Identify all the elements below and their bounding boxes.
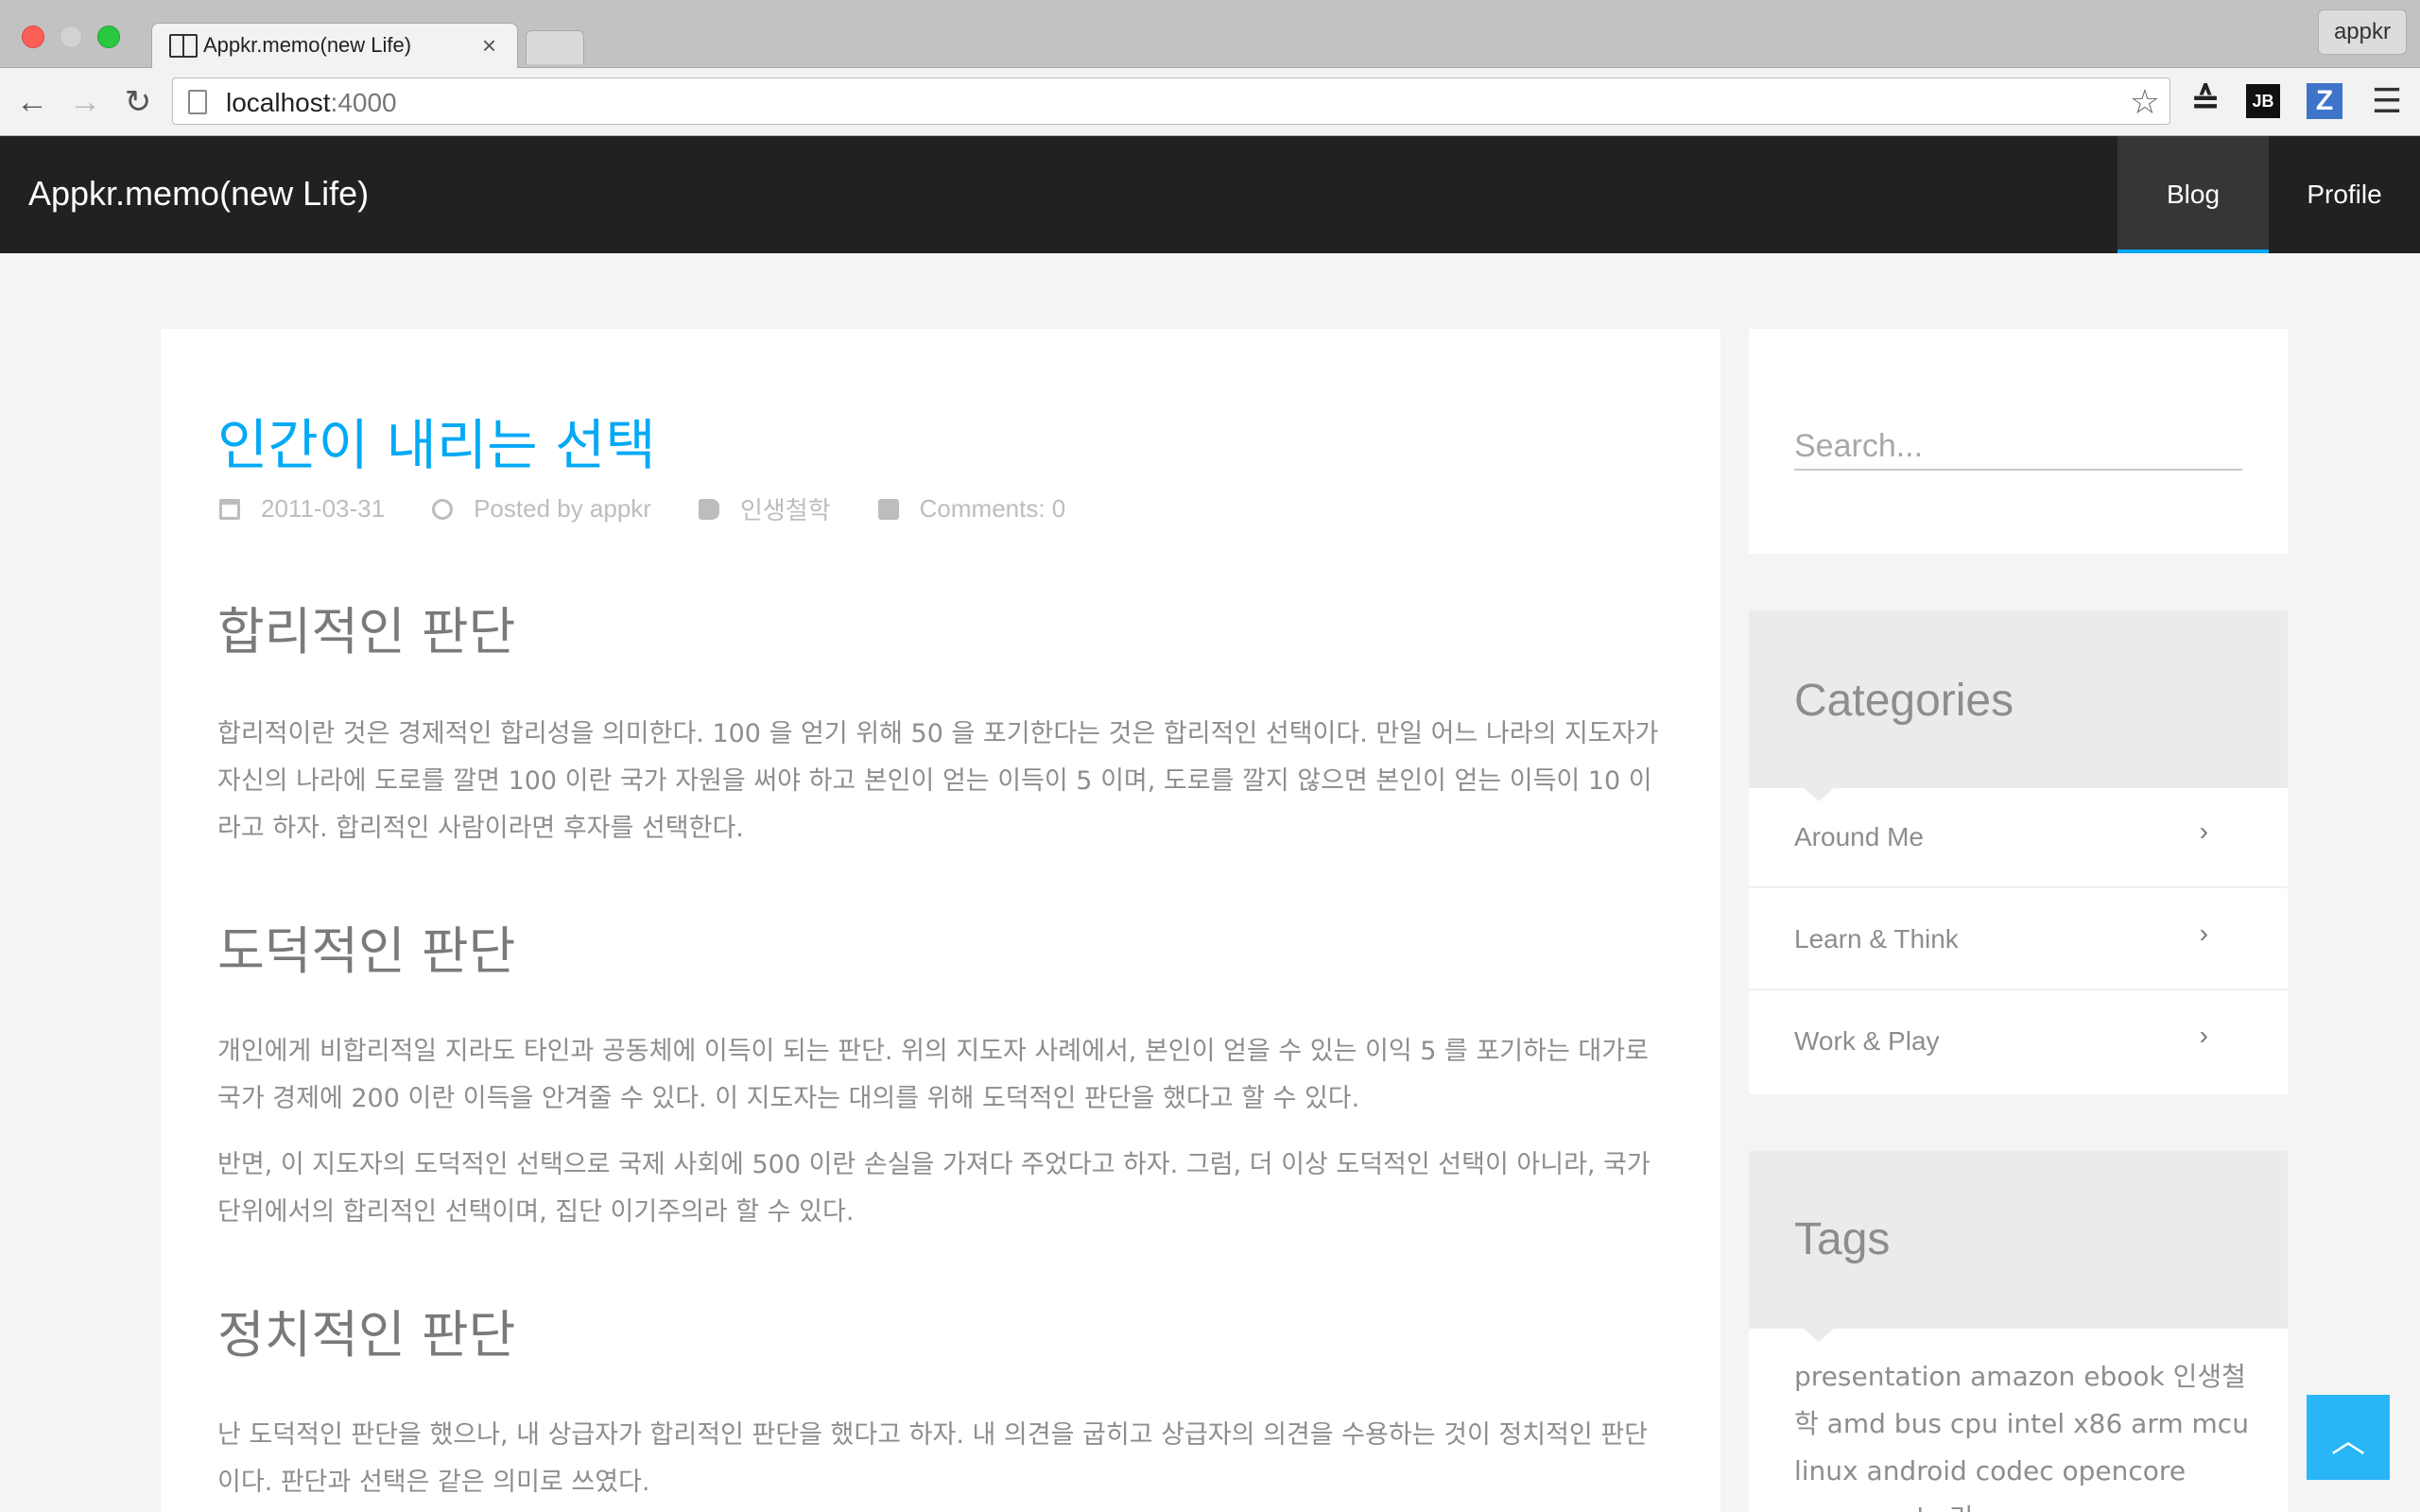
extension-z-icon[interactable]: Z [2307,83,2342,119]
section-heading: 정치적인 판단 [217,1305,516,1365]
browser-tab[interactable]: Appkr.memo(new Life) × [151,23,518,69]
tag-link[interactable]: cpu [1950,1408,1998,1439]
categories-widget: Categories Around Me › Learn & Think › W… [1749,610,2288,1094]
post-date: 2011-03-31 [261,494,386,523]
window-close-button[interactable] [22,26,44,48]
tags-title: Tags [1794,1214,1891,1264]
search-widget [1749,329,2288,554]
tag-link[interactable]: codec [1976,1455,2054,1486]
post-category[interactable]: 인생철학 [740,491,831,526]
categories-title: Categories [1794,676,2014,726]
bookmark-star-icon[interactable]: ☆ [2130,82,2160,122]
chevron-right-icon: › [2199,1021,2208,1050]
page-icon [188,90,207,114]
post-meta: 2011-03-31 Posted by appkr 인생철학 Comments… [219,491,1113,526]
category-item[interactable]: Around Me › [1749,788,2288,888]
tags-header: Tags [1749,1151,2288,1342]
chevron-right-icon: › [2199,816,2208,846]
section-heading: 합리적인 판단 [217,602,516,662]
post-card: 인간이 내리는 선택 2011-03-31 Posted by appkr 인생… [161,329,1720,1512]
category-label: Work & Play [1794,1026,1940,1056]
tab-title: Appkr.memo(new Life) [203,33,412,57]
extension-jb-icon[interactable]: JB [2246,84,2280,118]
category-label: Learn & Think [1794,924,1959,954]
tag-link[interactable]: linux [1794,1455,1858,1486]
section-paragraph: 합리적이란 것은 경제적인 합리성을 의미한다. 100 을 얻기 위해 50 … [217,719,1659,843]
post-comments[interactable]: Comments: 0 [920,494,1066,524]
tag-link[interactable]: android [1867,1455,1967,1486]
reload-icon[interactable]: ↻ [119,83,157,121]
section-paragraph: 개인에게 비합리적일 지라도 타인과 공동체에 이득이 되는 판단. 위의 지도… [217,1037,1649,1113]
chevron-right-icon: › [2199,919,2208,948]
tag-link[interactable]: arm [2131,1408,2183,1439]
close-icon[interactable]: × [482,31,496,60]
tag-link[interactable]: mcu [2192,1408,2249,1439]
back-arrow-icon[interactable]: ← [13,83,51,121]
tag-link[interactable]: pvcore [1794,1503,1884,1512]
site-navbar: Appkr.memo(new Life) Blog Profile [0,136,2420,253]
url-text[interactable]: localhost:4000 [226,88,397,118]
category-label: Around Me [1794,822,1924,851]
user-icon [432,498,454,520]
back-to-top-button[interactable]: ︿ [2307,1395,2390,1480]
category-item[interactable]: Work & Play › [1749,992,2288,1092]
chevron-up-icon: ︿ [2330,1420,2365,1459]
tag-icon [698,498,719,520]
menu-icon[interactable]: ☰ [2367,81,2407,121]
nav-item-profile[interactable]: Profile [2269,136,2420,253]
book-icon [169,34,198,58]
tags-widget: Tags presentation amazon ebook 인생철학 amd … [1749,1151,2288,1512]
browser-toolbar: ← → ↻ localhost:4000 ☆ ≙ JB Z ☰ [0,68,2420,136]
tag-link[interactable]: ebook [2083,1361,2164,1392]
tag-link[interactable]: amazon [1970,1361,2075,1392]
tag-link[interactable]: cdp [1893,1503,1941,1512]
window-minimize-button[interactable] [60,26,82,48]
tag-link[interactable]: intel [2007,1408,2066,1439]
tag-link[interactable]: 리 [1949,1503,1974,1512]
nav-item-blog[interactable]: Blog [2118,136,2269,253]
window-maximize-button[interactable] [97,26,120,48]
browser-tab-bar: Appkr.memo(new Life) × appkr [0,0,2420,69]
search-input[interactable] [1794,423,2242,471]
tag-link[interactable]: bus [1894,1408,1942,1439]
forward-arrow-icon[interactable]: → [66,83,104,121]
tag-cloud: presentation amazon ebook 인생철학 amd bus c… [1794,1353,2257,1512]
extension-tree-icon[interactable]: ≙ [2186,81,2225,122]
section-heading: 도덕적인 판단 [217,921,516,981]
tag-link[interactable]: opencore [2063,1455,2187,1486]
post-author: Posted by appkr [474,494,651,523]
category-item[interactable]: Learn & Think › [1749,890,2288,990]
comment-icon [877,498,899,520]
section-paragraph: 난 도덕적인 판단을 했으나, 내 상급자가 합리적인 판단을 했다고 하자. … [217,1420,1649,1497]
calendar-icon [219,498,240,520]
post-title[interactable]: 인간이 내리는 선택 [217,401,656,480]
new-tab-button[interactable] [526,30,584,64]
categories-header: Categories [1749,610,2288,801]
section-paragraph: 반면, 이 지도자의 도덕적인 선택으로 국제 사회에 500 이란 손실을 가… [217,1150,1651,1227]
address-bar[interactable]: localhost:4000 ☆ [172,77,2170,125]
tag-link[interactable]: x86 [2073,1408,2122,1439]
tag-link[interactable]: amd [1827,1408,1886,1439]
site-brand[interactable]: Appkr.memo(new Life) [28,174,369,214]
profile-button[interactable]: appkr [2317,9,2407,55]
tag-link[interactable]: presentation [1794,1361,1962,1392]
